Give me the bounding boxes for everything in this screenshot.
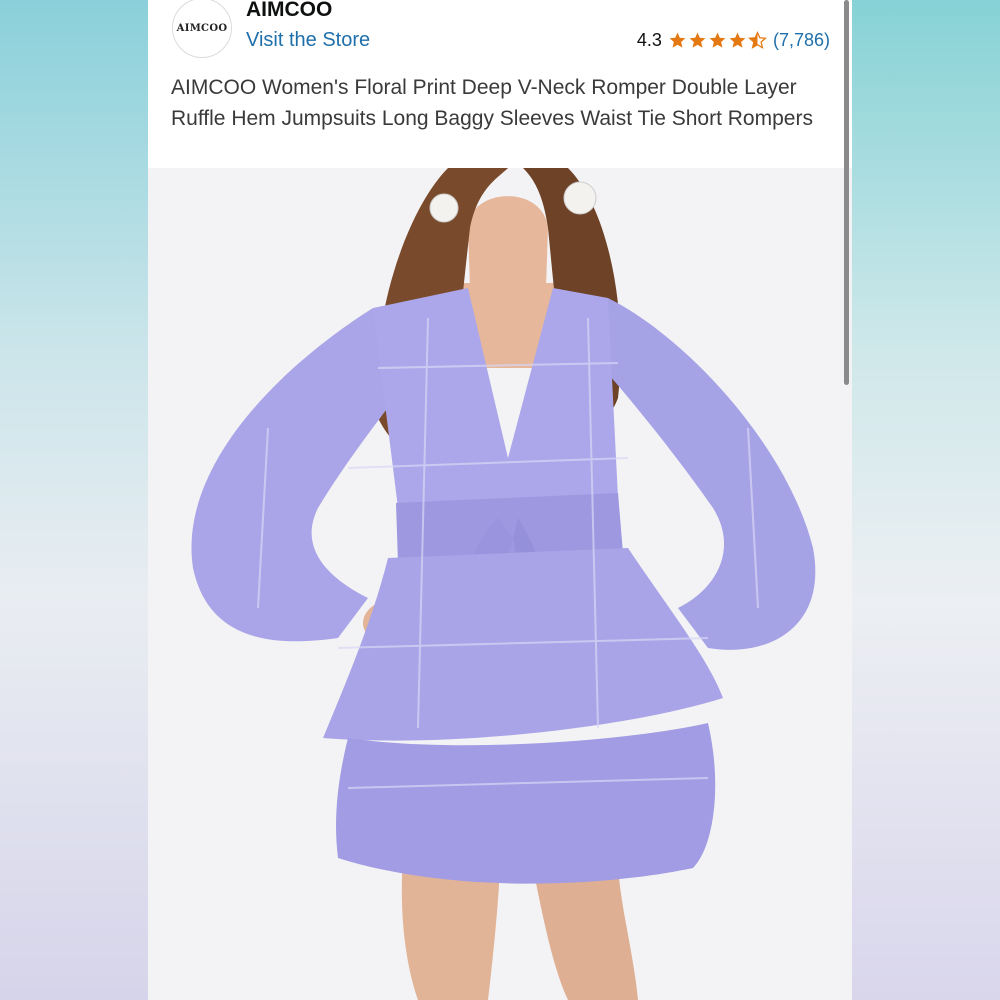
star-half-icon [747, 31, 767, 49]
skirt-lower-ruffle [336, 723, 716, 884]
store-logo[interactable]: AIMCOO [172, 0, 232, 58]
model-photo-illustration [148, 168, 852, 1000]
visit-store-link[interactable]: Visit the Store [246, 29, 370, 52]
product-page[interactable]: AIMCOO AIMCOO Visit the Store 4.3 (7,786… [148, 0, 852, 1000]
product-title: AIMCOO Women's Floral Print Deep V-Neck … [171, 76, 813, 130]
product-image[interactable] [148, 168, 852, 1000]
store-logo-text: AIMCOO [176, 22, 228, 34]
background-right [852, 0, 1000, 1000]
rating-summary[interactable]: 4.3 (7,786) [637, 30, 830, 51]
star-full-icon [669, 32, 686, 48]
product-header: AIMCOO AIMCOO Visit the Store 4.3 (7,786… [148, 0, 852, 168]
brand-name: AIMCOO [246, 0, 333, 21]
earring-right [563, 181, 597, 215]
scrollbar[interactable] [844, 0, 849, 385]
star-full-icon [689, 32, 706, 48]
star-full-icon [709, 32, 726, 48]
rating-value: 4.3 [636, 30, 662, 50]
earring-left [429, 193, 459, 223]
face [468, 196, 548, 288]
star-full-icon [729, 32, 746, 48]
background-left [0, 0, 148, 1000]
review-count-link[interactable]: (7,786) [773, 30, 830, 51]
star-rating[interactable] [668, 31, 767, 50]
